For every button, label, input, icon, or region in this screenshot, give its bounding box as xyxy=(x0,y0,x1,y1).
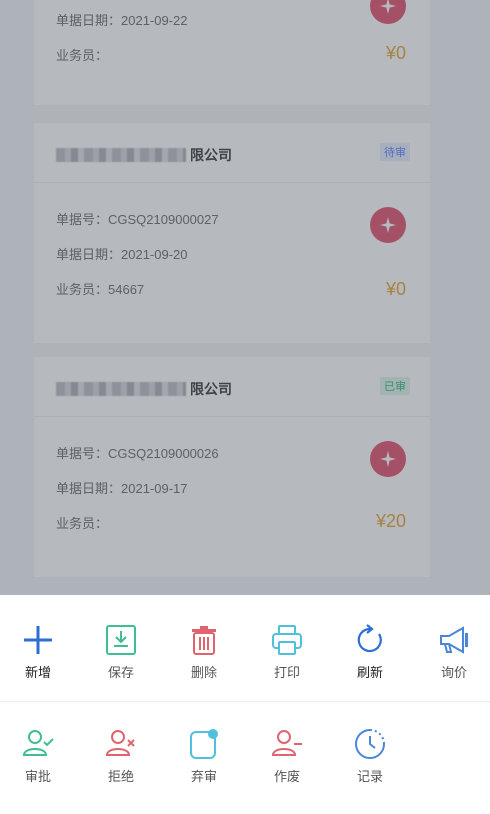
action-sheet: 新增 保存 删除 打印 刷新 询价 审批 拒绝 弃审 作废 记录 xyxy=(0,595,490,814)
refresh-button[interactable]: 刷新 xyxy=(340,623,400,681)
delete-button[interactable]: 删除 xyxy=(174,623,234,681)
plus-icon xyxy=(24,626,52,654)
printer-icon xyxy=(272,625,302,655)
abandon-review-icon xyxy=(190,729,218,759)
void-button[interactable]: 作废 xyxy=(257,727,317,785)
reject-button[interactable]: 拒绝 xyxy=(91,727,151,785)
approve-button[interactable]: 审批 xyxy=(8,727,68,785)
trash-icon xyxy=(192,626,216,655)
save-button[interactable]: 保存 xyxy=(91,623,151,681)
user-check-icon xyxy=(22,730,54,756)
megaphone-icon xyxy=(440,626,468,654)
abandon-review-button[interactable]: 弃审 xyxy=(174,727,234,785)
inquiry-button[interactable]: 询价 xyxy=(424,623,484,681)
user-x-icon xyxy=(105,730,135,756)
add-button[interactable]: 新增 xyxy=(8,623,68,681)
modal-overlay[interactable] xyxy=(0,0,490,595)
user-minus-icon xyxy=(271,730,302,756)
print-button[interactable]: 打印 xyxy=(257,623,317,681)
refresh-icon xyxy=(357,624,382,653)
action-row-1: 新增 保存 删除 打印 刷新 询价 xyxy=(0,595,490,702)
clock-icon xyxy=(355,729,385,759)
action-row-2: 审批 拒绝 弃审 作废 记录 xyxy=(0,703,490,807)
save-icon xyxy=(106,625,136,655)
record-button[interactable]: 记录 xyxy=(340,727,400,785)
